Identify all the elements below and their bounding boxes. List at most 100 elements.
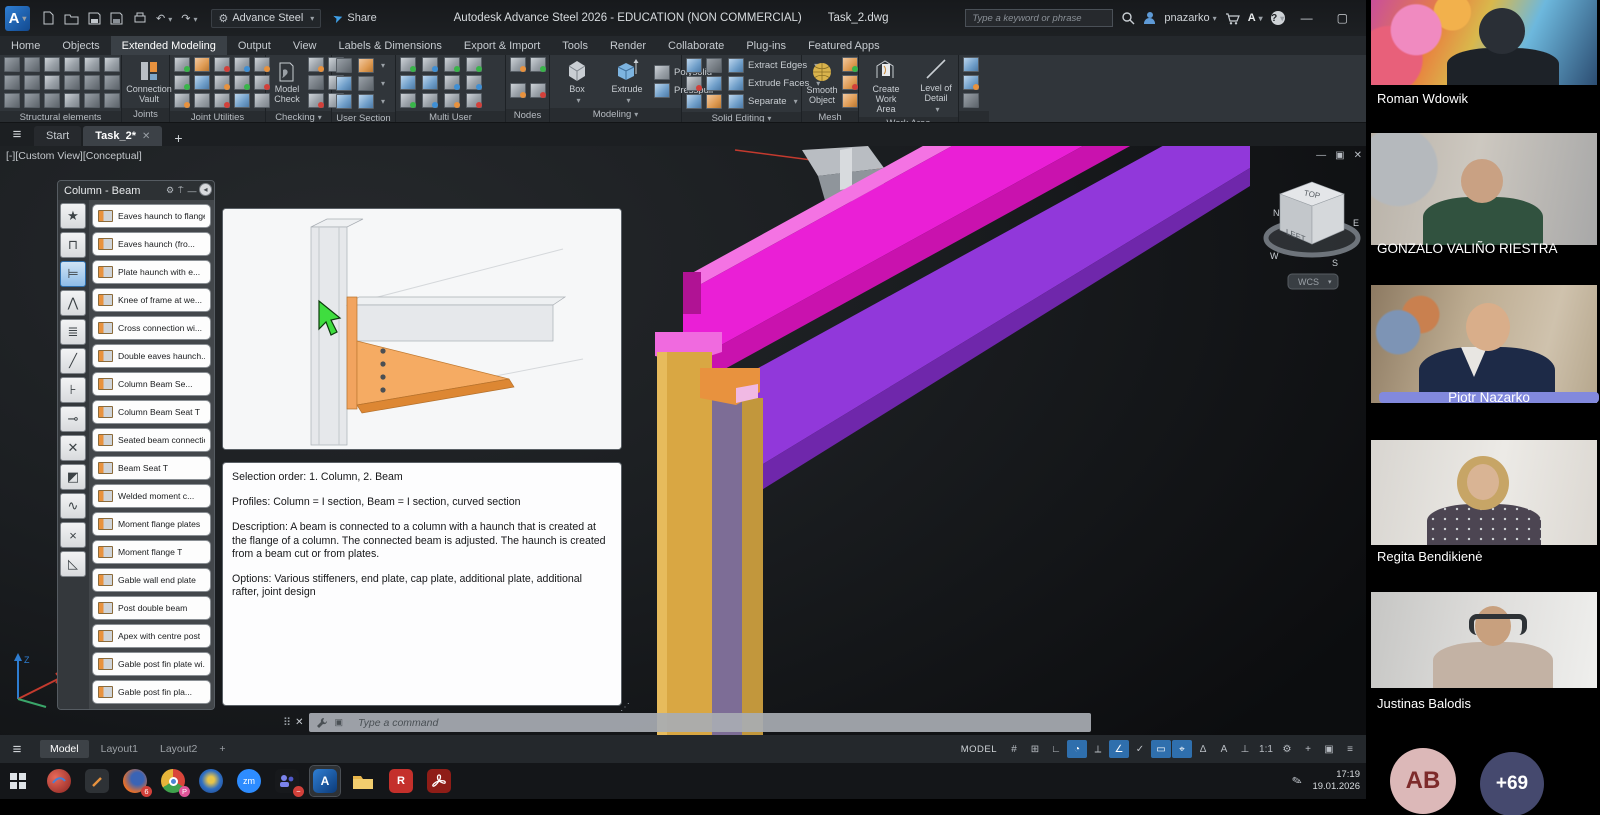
status-icon[interactable]: + xyxy=(1298,740,1318,758)
file-tabs-menu-icon[interactable]: ≡ xyxy=(0,123,34,146)
joint-list-item[interactable]: Column Beam Seat T xyxy=(92,400,211,424)
layout-tab[interactable]: Model xyxy=(40,740,89,758)
tool-icon[interactable] xyxy=(400,75,416,90)
tool-icon[interactable] xyxy=(84,93,100,108)
box-button[interactable]: Box xyxy=(554,58,600,106)
restore-button[interactable]: ▢ xyxy=(1329,11,1356,25)
tool-icon[interactable] xyxy=(44,75,60,90)
joint-list-item[interactable]: Seated beam connection xyxy=(92,428,211,452)
tool-icon[interactable] xyxy=(64,57,80,72)
ribbon-tab[interactable]: Labels & Dimensions xyxy=(328,36,453,55)
participant-tile[interactable]: Regita Bendikienė xyxy=(1371,440,1597,564)
extrude-button[interactable]: Extrude xyxy=(604,58,650,106)
tool-icon[interactable] xyxy=(963,93,979,108)
status-icon[interactable]: ⟂ xyxy=(1088,740,1108,758)
joint-list-item[interactable]: Post double beam xyxy=(92,596,211,620)
tool-icon[interactable] xyxy=(214,57,230,72)
tool-icon[interactable] xyxy=(194,57,210,72)
tool-icon[interactable] xyxy=(706,58,722,73)
tool-icon[interactable] xyxy=(963,57,979,72)
layout-tab[interactable]: Layout1 xyxy=(91,740,148,758)
command-close-icon[interactable]: ✕ xyxy=(295,717,303,728)
ribbon-tab[interactable]: Objects xyxy=(51,36,110,55)
tool-icon[interactable] xyxy=(530,83,546,98)
media-app-icon[interactable] xyxy=(44,766,74,796)
ribbon-tab[interactable]: Extended Modeling xyxy=(111,36,227,55)
tool-icon[interactable] xyxy=(686,58,702,73)
compass-s[interactable]: S xyxy=(1332,258,1338,268)
joint-list-item[interactable]: Gable post fin plate wi... xyxy=(92,652,211,676)
tool-icon[interactable] xyxy=(358,58,374,73)
connection-vault-button[interactable]: Connection Vault xyxy=(126,60,172,104)
joint-list-item[interactable]: Apex with centre post xyxy=(92,624,211,648)
tool-icon[interactable] xyxy=(422,93,438,108)
joint-list-item[interactable]: Gable post fin pla... xyxy=(92,680,211,704)
panel-resize-grip[interactable]: ⋰ xyxy=(620,702,631,713)
help-icon[interactable]: ? xyxy=(1271,11,1285,25)
open-file-icon[interactable] xyxy=(64,12,79,25)
tool-icon[interactable] xyxy=(194,93,210,108)
status-icon[interactable]: 1:1 xyxy=(1256,740,1276,758)
tool-icon[interactable] xyxy=(422,75,438,90)
status-icon[interactable]: ⊥ xyxy=(1235,740,1255,758)
tab-start[interactable]: Start xyxy=(34,126,81,146)
signed-in-user[interactable]: pnazarko xyxy=(1164,12,1216,24)
tool-icon[interactable] xyxy=(466,93,482,108)
viewcube[interactable]: N E S W TOP LEFT FRONT WCS ▾ xyxy=(1256,166,1366,296)
status-icon[interactable]: ⊞ xyxy=(1025,740,1045,758)
status-icon[interactable]: ▣ xyxy=(1319,740,1339,758)
tool-icon[interactable] xyxy=(466,75,482,90)
tool-icon[interactable] xyxy=(194,75,210,90)
overflow-participants-avatar[interactable]: +69 xyxy=(1480,752,1544,815)
tool-icon[interactable] xyxy=(104,75,120,90)
model-check-button[interactable]: Model Check xyxy=(270,62,304,104)
tool-icon[interactable] xyxy=(4,75,20,90)
tool-icon[interactable] xyxy=(234,57,250,72)
share-button[interactable]: ➤ Share xyxy=(333,11,376,25)
palette-category-button[interactable]: ◺ xyxy=(60,551,86,577)
ribbon-tab[interactable]: Tools xyxy=(551,36,599,55)
redo-icon[interactable]: ↷ xyxy=(181,12,197,25)
palette-category-button[interactable]: ★ xyxy=(60,203,86,229)
tool-icon[interactable] xyxy=(686,94,702,109)
tool-icon[interactable] xyxy=(963,75,979,90)
tool-icon[interactable] xyxy=(842,75,858,90)
participant-tile[interactable]: Justinas Balodis xyxy=(1371,592,1597,714)
joint-list-item[interactable]: Cross connection wi... xyxy=(92,316,211,340)
tool-icon[interactable] xyxy=(336,94,352,109)
status-icon[interactable]: ∟ xyxy=(1046,740,1066,758)
viewport[interactable]: [-][Custom View][Conceptual] — ▣ ✕ xyxy=(0,146,1366,735)
tool-icon[interactable] xyxy=(444,93,460,108)
viewport-close-icon[interactable]: ✕ xyxy=(1354,150,1362,161)
ribbon-tab[interactable]: View xyxy=(282,36,328,55)
undo-icon[interactable]: ↶ xyxy=(156,12,172,25)
tool-icon[interactable] xyxy=(706,76,722,91)
tool-icon[interactable] xyxy=(174,57,190,72)
app-logo-icon[interactable]: A xyxy=(5,6,30,31)
search-icon[interactable] xyxy=(1121,11,1135,25)
panel-label[interactable]: Solid Editing xyxy=(682,112,801,122)
ribbon-tab[interactable]: Plug-ins xyxy=(735,36,797,55)
joint-list-item[interactable]: Moment flange plates xyxy=(92,512,211,536)
tool-icon[interactable] xyxy=(842,57,858,72)
save-as-icon[interactable] xyxy=(110,12,124,25)
status-icon[interactable]: ◔ xyxy=(1067,740,1087,758)
command-input-box[interactable]: ▣ xyxy=(309,713,1091,732)
windows-start-icon[interactable] xyxy=(10,773,26,789)
joint-list-item[interactable]: Gable wall end plate xyxy=(92,568,211,592)
tool-icon[interactable] xyxy=(336,58,352,73)
palette-category-button[interactable]: ╱ xyxy=(60,348,86,374)
joint-list-item[interactable]: Eaves haunch (fro... xyxy=(92,232,211,256)
ribbon-tab[interactable]: Render xyxy=(599,36,657,55)
tool-icon[interactable] xyxy=(444,57,460,72)
wcs-selector[interactable]: WCS xyxy=(1298,277,1319,287)
ribbon-tab[interactable]: Collaborate xyxy=(657,36,735,55)
tool-icon[interactable] xyxy=(842,93,858,108)
status-icon[interactable]: ≡ xyxy=(1340,740,1360,758)
tool-icon[interactable] xyxy=(214,93,230,108)
joint-list-item[interactable]: Knee of frame at we... xyxy=(92,288,211,312)
tool-icon[interactable] xyxy=(4,93,20,108)
search-input[interactable] xyxy=(965,9,1113,27)
tool-icon[interactable] xyxy=(44,57,60,72)
palette-category-button[interactable]: ∿ xyxy=(60,493,86,519)
